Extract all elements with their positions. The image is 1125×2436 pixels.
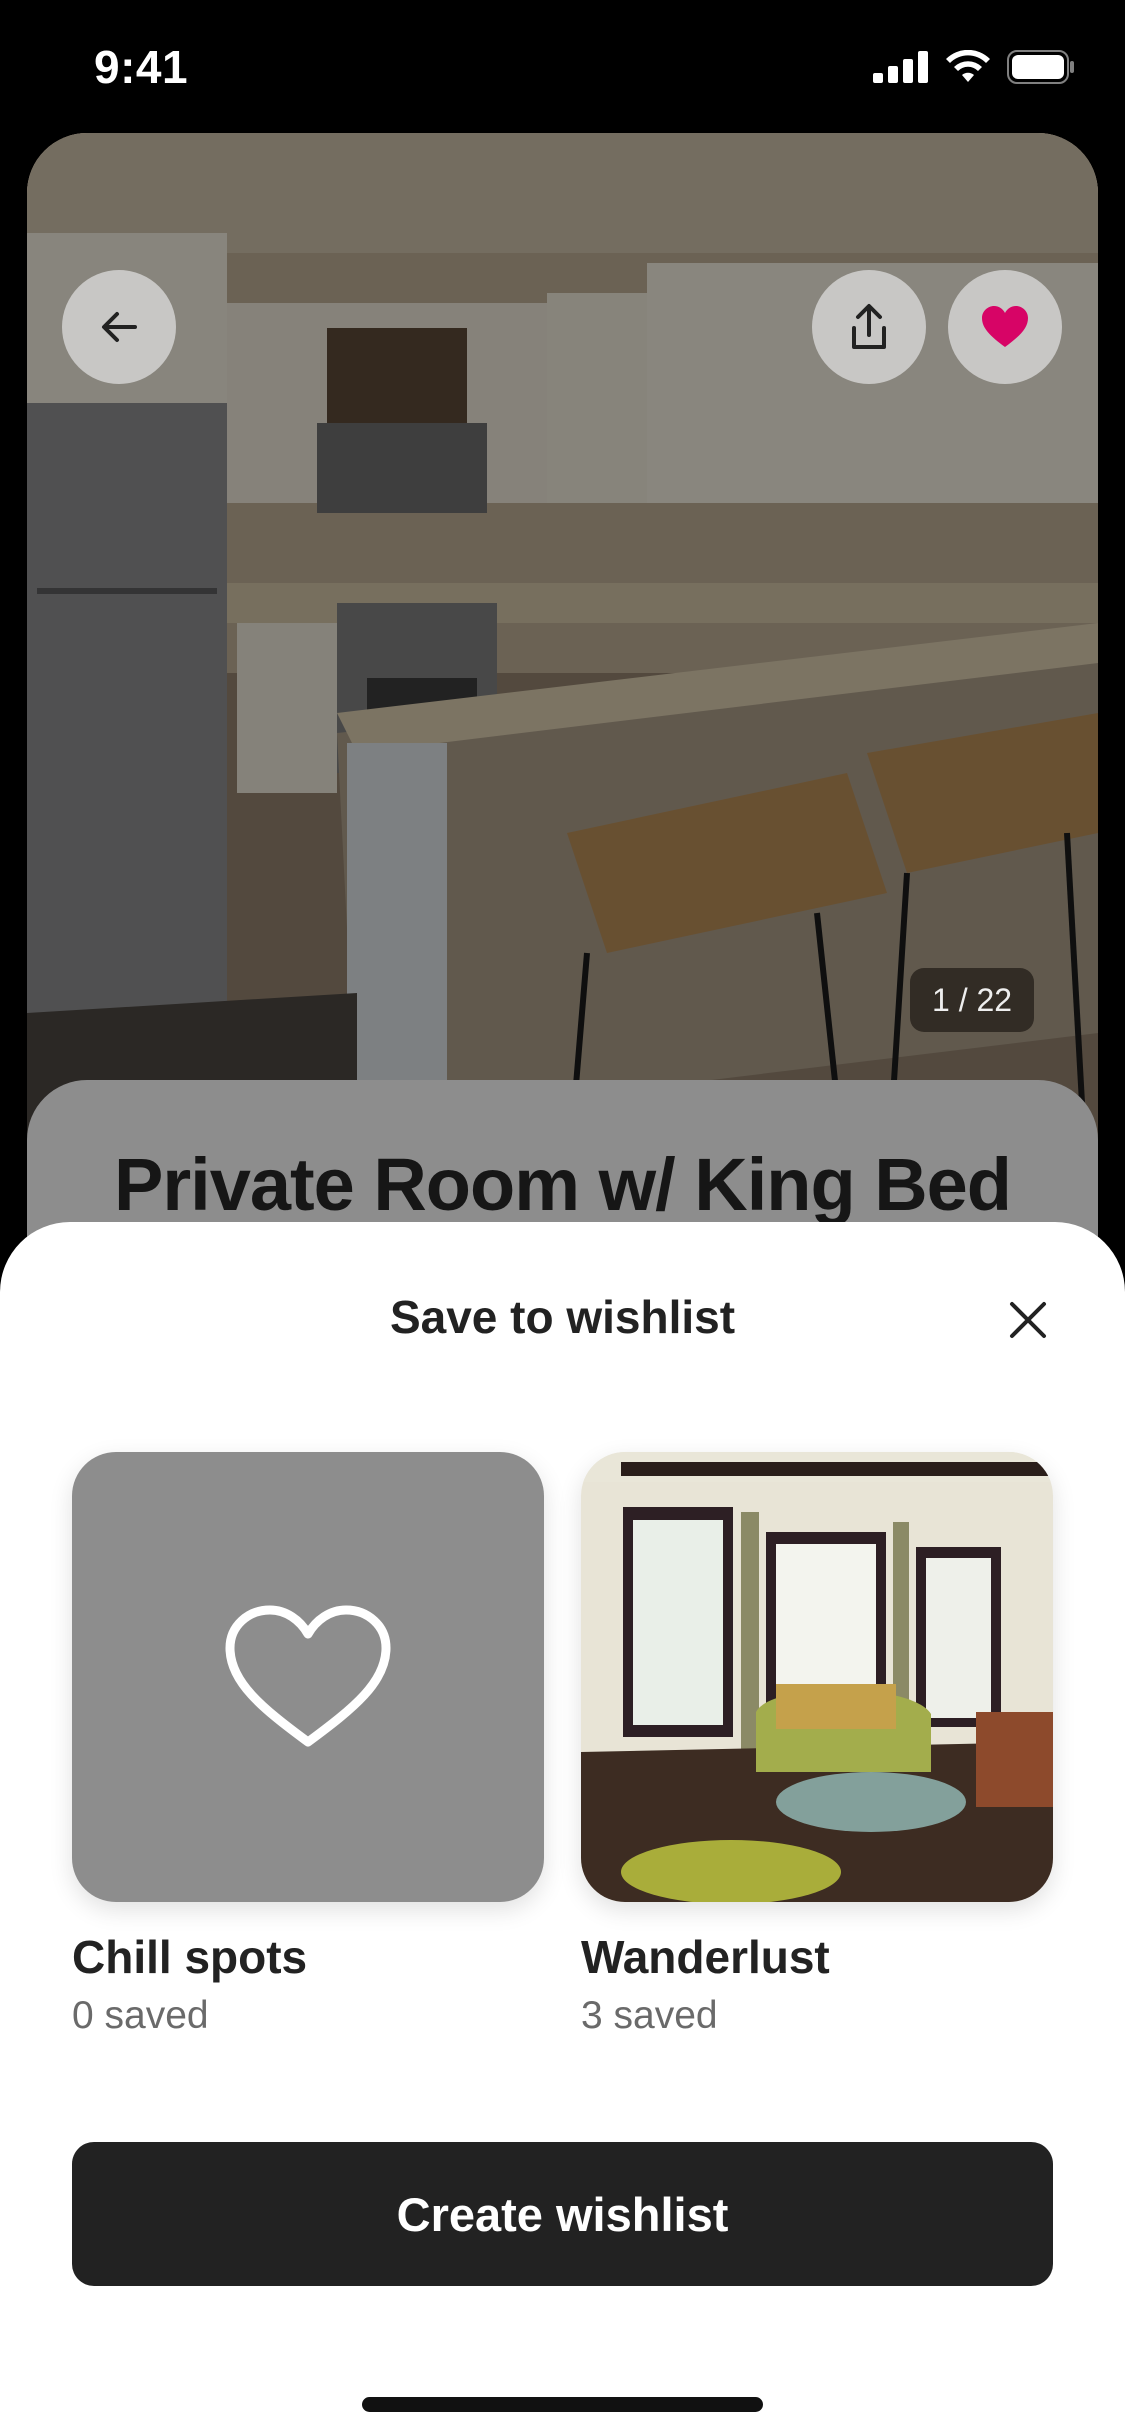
photo-dim-overlay — [27, 133, 1098, 1193]
living-room-photo — [581, 1452, 1053, 1902]
wishlist-count: 3 saved — [581, 1994, 718, 2037]
listing-photo[interactable] — [27, 133, 1098, 1193]
home-indicator[interactable] — [362, 2397, 763, 2412]
back-button[interactable] — [62, 270, 176, 384]
wishlist-count: 0 saved — [72, 1994, 209, 2037]
photo-counter: 1 / 22 — [910, 968, 1035, 1032]
share-icon — [852, 304, 886, 349]
wishlist-name: Chill spots — [72, 1931, 308, 1983]
battery-icon — [1007, 50, 1074, 84]
favorite-button[interactable] — [948, 270, 1062, 384]
heart-filled-icon — [982, 306, 1028, 347]
wishlist-thumbnail — [72, 1452, 544, 1902]
wishlist-name: Wanderlust — [581, 1931, 830, 1983]
heart-outline-icon — [225, 1605, 391, 1747]
back-arrow-icon — [102, 312, 137, 342]
wishlist-thumbnail — [581, 1452, 1053, 1902]
close-icon — [1010, 1302, 1046, 1338]
share-button[interactable] — [812, 270, 926, 384]
wishlist-card-chill-spots[interactable]: Chill spots 0 saved — [72, 1452, 544, 2038]
close-button[interactable] — [998, 1290, 1058, 1350]
status-icons — [873, 50, 1075, 84]
cellular-icon — [873, 51, 928, 83]
wishlist-card-wanderlust[interactable]: Wanderlust 3 saved — [581, 1452, 1053, 2038]
listing-title: Private Room w/ King Bed — [113, 1143, 1012, 1226]
wifi-icon — [946, 50, 990, 82]
status-bar: 9:41 — [0, 0, 1125, 135]
status-time: 9:41 — [94, 41, 189, 93]
create-wishlist-button[interactable]: Create wishlist — [72, 2142, 1053, 2286]
sheet-title: Save to wishlist — [389, 1291, 736, 1343]
